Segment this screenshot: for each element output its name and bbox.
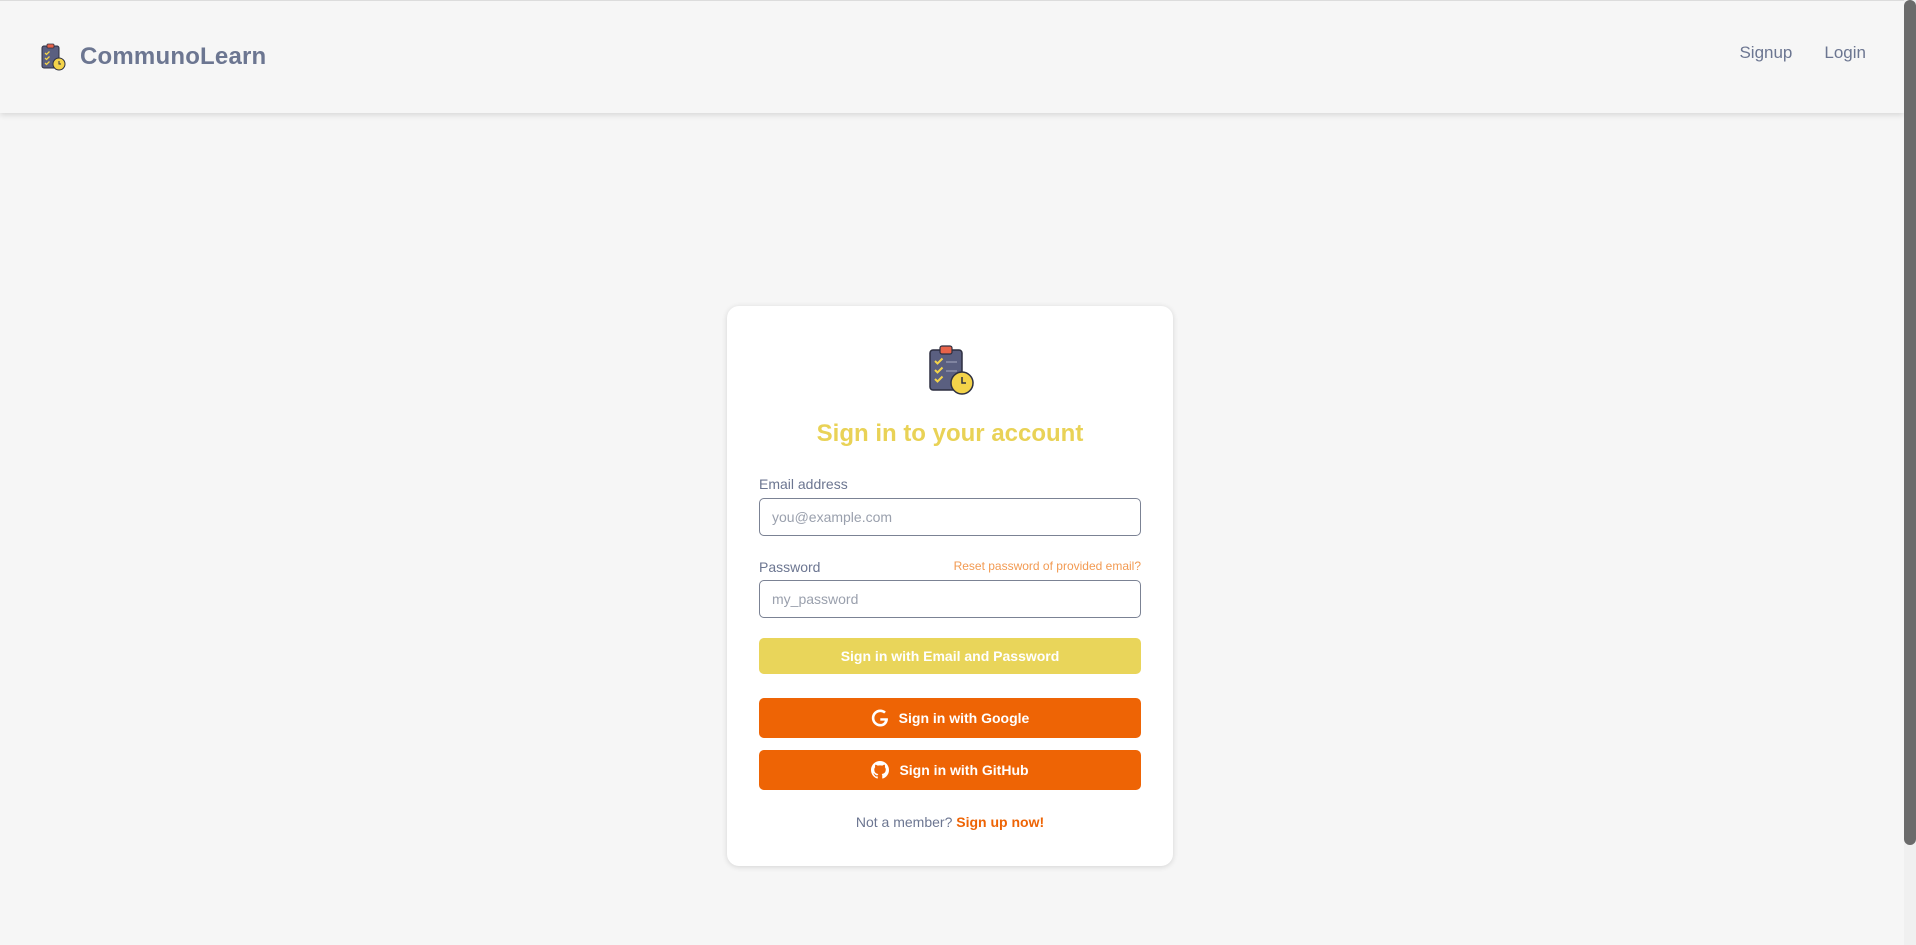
google-signin-button[interactable]: Sign in with Google	[759, 698, 1141, 738]
signup-prompt: Not a member? Sign up now!	[727, 814, 1173, 830]
clipboard-clock-icon	[41, 43, 66, 71]
github-signin-label: Sign in with GitHub	[899, 762, 1029, 778]
email-label: Email address	[759, 476, 848, 492]
login-page: CommunoLearn Signup Login Sign in to you…	[0, 0, 1916, 945]
signup-prompt-text: Not a member?	[855, 814, 953, 830]
github-icon	[871, 761, 890, 779]
github-signin-button[interactable]: Sign in with GitHub	[759, 750, 1141, 790]
brand-home-link[interactable]: CommunoLearn	[40, 43, 266, 71]
google-signin-label: Sign in with Google	[898, 710, 1030, 726]
email-input[interactable]	[759, 498, 1141, 536]
email-signin-label: Sign in with Email and Password	[840, 648, 1060, 664]
scrollbar-track[interactable]	[1904, 0, 1916, 945]
login-card: Sign in to your account Email address Pa…	[727, 306, 1173, 866]
nav-signup-link[interactable]: Signup	[1739, 43, 1792, 63]
password-input[interactable]	[759, 580, 1141, 618]
clipboard-clock-icon	[929, 345, 974, 395]
card-title: Sign in to your account	[816, 420, 1084, 447]
signup-now-link[interactable]: Sign up now!	[956, 814, 1044, 830]
nav-links: Signup Login	[1739, 43, 1866, 63]
scrollbar-thumb[interactable]	[1904, 0, 1916, 845]
email-signin-button[interactable]: Sign in with Email and Password	[759, 638, 1141, 674]
google-icon	[871, 709, 888, 727]
brand-name: CommunoLearn	[80, 43, 267, 70]
reset-password-link[interactable]: Reset password of provided email?	[954, 559, 1141, 573]
nav-login-link[interactable]: Login	[1824, 43, 1866, 63]
navbar: CommunoLearn Signup Login	[0, 0, 1904, 113]
password-label: Password	[759, 559, 821, 575]
